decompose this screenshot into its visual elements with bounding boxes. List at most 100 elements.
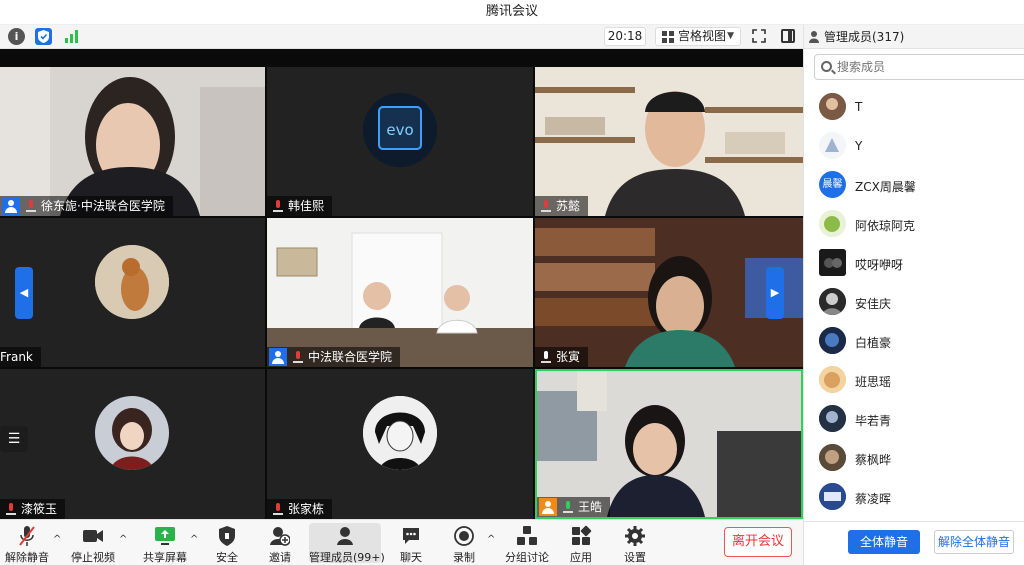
stop-video-button[interactable]: 停止视频 — [70, 523, 116, 564]
participant-video — [0, 67, 265, 216]
member-list-item[interactable]: Y — [804, 127, 1024, 166]
window-title: 腾讯会议 — [0, 0, 1024, 25]
participant-name-bar: 张寅 — [535, 347, 589, 367]
member-name: 蔡凌晖 — [855, 492, 892, 506]
manage-members-button[interactable]: 管理成员(99+) — [309, 523, 385, 564]
member-list-item[interactable]: 蔡枫晔 — [804, 439, 1024, 478]
avatar — [819, 483, 846, 510]
unmute-label: 解除静音 — [5, 551, 49, 564]
participant-name-bar: 张家栋 — [267, 499, 333, 519]
participant-video — [535, 218, 803, 367]
next-page-button[interactable]: ▶ — [766, 267, 784, 319]
svg-text:evo: evo — [386, 121, 413, 139]
view-mode-select[interactable]: 宫格视图 ▼ — [655, 27, 741, 46]
video-tile[interactable]: 中法联合医学院 — [267, 218, 533, 367]
member-list-item[interactable]: 安佳庆 — [804, 283, 1024, 322]
member-name: 哎呀咿呀 — [855, 258, 904, 272]
participant-name: 苏懿 — [556, 199, 581, 213]
member-list-item[interactable]: 白植豪 — [804, 322, 1024, 361]
security-button[interactable]: 安全 — [210, 523, 244, 564]
member-list-item[interactable]: 班思瑶 — [804, 361, 1024, 400]
participant-name: 中法联合医学院 — [308, 350, 393, 364]
signal-icon[interactable] — [63, 28, 80, 45]
video-tile[interactable]: 徐东旎·中法联合医学院 — [0, 67, 265, 216]
member-name: 白植豪 — [855, 336, 892, 350]
video-tile[interactable]: ▶ 张寅 — [535, 218, 803, 367]
person-icon — [809, 31, 819, 43]
apps-button[interactable]: 应用 — [566, 523, 596, 564]
fullscreen-icon[interactable] — [752, 29, 766, 43]
record-icon — [454, 525, 474, 547]
chat-button[interactable]: 聊天 — [394, 523, 428, 564]
gear-icon — [624, 525, 646, 547]
member-list-item[interactable]: T — [804, 88, 1024, 127]
participant-name-bar: 王皓 — [537, 497, 611, 517]
manage-members-label: 管理成员(99+) — [309, 551, 385, 564]
side-panel-toggle-icon[interactable] — [781, 29, 795, 43]
stop-video-label: 停止视频 — [71, 551, 115, 564]
chevron-up-icon[interactable]: ^ — [190, 534, 198, 545]
member-list-item[interactable]: 毕若青 — [804, 400, 1024, 439]
avatar — [819, 288, 846, 315]
member-list-item[interactable]: 蔡凌晖 — [804, 478, 1024, 517]
chevron-up-icon[interactable]: ^ — [53, 534, 61, 545]
list-view-icon[interactable]: ☰ — [0, 426, 28, 452]
avatar — [819, 93, 846, 120]
video-tile[interactable]: 张家栋 — [267, 369, 533, 519]
search-icon — [821, 61, 832, 72]
leave-meeting-button[interactable]: 离开会议 — [724, 527, 792, 557]
video-tile-active-speaker[interactable]: 王皓 — [535, 369, 803, 519]
share-screen-icon — [154, 525, 176, 547]
unmute-all-button[interactable]: 解除全体静音 — [934, 530, 1014, 554]
camera-icon — [82, 525, 104, 547]
member-name: 班思瑶 — [855, 375, 892, 389]
video-tile[interactable]: ☰ 漆筱玉 — [0, 369, 265, 519]
apps-icon — [570, 525, 592, 547]
share-screen-button[interactable]: 共享屏幕 — [142, 523, 188, 564]
previous-page-button[interactable]: ◀ — [15, 267, 33, 319]
avatar — [819, 132, 846, 159]
participant-name: 王皓 — [578, 500, 603, 514]
members-panel-footer: 全体静音 解除全体静音 — [804, 521, 1024, 565]
video-grid: 徐东旎·中法联合医学院 evo 韩佳熙 苏懿 ◀ Frank 中法联合医学院 ▶… — [0, 49, 803, 519]
participant-name: 徐东旎·中法联合医学院 — [41, 199, 165, 213]
add-user-icon — [270, 525, 291, 547]
mic-muted-icon — [541, 199, 551, 213]
member-search-input[interactable] — [837, 57, 1017, 77]
host-icon — [539, 498, 557, 516]
view-mode-label: 宫格视图 — [678, 29, 727, 43]
video-tile[interactable]: ◀ Frank — [0, 218, 265, 367]
record-button[interactable]: 录制 — [449, 523, 479, 564]
participant-name: 韩佳熙 — [288, 199, 325, 213]
mute-all-button[interactable]: 全体静音 — [848, 530, 920, 554]
participant-name-bar: Frank — [0, 347, 41, 367]
host-icon — [2, 197, 20, 215]
host-icon — [269, 348, 287, 366]
mic-muted-icon — [6, 502, 16, 516]
avatar — [819, 249, 846, 276]
meeting-timer: 20:18 — [604, 27, 646, 46]
member-list-item[interactable]: 哎呀咿呀 — [804, 244, 1024, 283]
members-panel-title: 管理成员(317) — [824, 30, 905, 44]
chevron-down-icon: ▼ — [727, 31, 734, 41]
breakout-rooms-button[interactable]: 分组讨论 — [505, 523, 549, 564]
unmute-button[interactable]: 解除静音 — [4, 523, 50, 564]
settings-button[interactable]: 设置 — [620, 523, 650, 564]
video-tile[interactable]: evo 韩佳熙 — [267, 67, 533, 216]
invite-button[interactable]: 邀请 — [262, 523, 298, 564]
member-search[interactable] — [814, 54, 1024, 80]
shield-icon[interactable] — [35, 28, 52, 45]
mic-muted-icon — [26, 199, 36, 213]
member-list-item[interactable]: 晨馨 ZCX周晨馨 — [804, 166, 1024, 205]
mic-speaking-icon — [563, 500, 573, 514]
video-tile[interactable]: 苏懿 — [535, 67, 803, 216]
chevron-up-icon[interactable]: ^ — [119, 534, 127, 545]
avatar — [819, 210, 846, 237]
member-name: 安佳庆 — [855, 297, 892, 311]
member-list-item[interactable]: 阿依琼阿克 — [804, 205, 1024, 244]
record-label: 录制 — [453, 551, 475, 564]
info-icon[interactable]: i — [8, 28, 25, 45]
share-screen-label: 共享屏幕 — [143, 551, 187, 564]
chevron-up-icon[interactable]: ^ — [487, 534, 495, 545]
mic-muted-icon — [273, 502, 283, 516]
